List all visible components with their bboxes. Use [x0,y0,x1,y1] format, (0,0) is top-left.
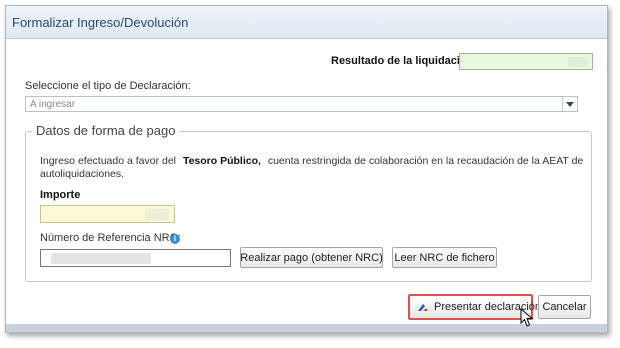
info-icon[interactable]: i [170,234,180,244]
dialog-titlebar: Formalizar Ingreso/Devolución [6,6,607,39]
nrc-field[interactable] [40,249,231,267]
cancelar-button[interactable]: Cancelar [538,295,591,319]
nrc-label: Número de Referencia NRC: [40,232,181,244]
declaracion-label: Seleccione el tipo de Declaración: [25,80,191,92]
nrc-value-redacted [51,253,151,264]
resultado-value-redacted [568,57,588,67]
leer-nrc-button[interactable]: Leer NRC de fichero [392,247,497,268]
declaration-icon [417,302,429,313]
pago-legend: Datos de forma de pago [32,123,180,138]
pago-info-line2: autoliquidaciones. [40,168,125,180]
importe-label: Importe [40,189,81,201]
chevron-down-icon[interactable] [562,97,577,111]
resultado-label: Resultado de la liquidación [331,55,474,67]
pago-info-suffix: cuenta restringida de colaboración en la… [267,155,584,167]
realizar-pago-button[interactable]: Realizar pago (obtener NRC) [240,247,383,268]
dialog-bottom-bar [6,324,607,332]
pago-info-bold: Tesoro Público, [182,155,261,167]
mouse-pointer-icon [520,307,534,328]
dialog-title: Formalizar Ingreso/Devolución [12,15,189,30]
declaracion-select[interactable]: A ingresar [25,96,578,112]
importe-value-redacted [145,209,169,220]
pago-info-prefix: Ingreso efectuado a favor del [40,155,177,167]
resultado-field [459,53,593,70]
pago-info-line1: Ingreso efectuado a favor del Tesoro Púb… [40,155,583,167]
importe-field[interactable] [40,205,175,223]
presentar-declaracion-button[interactable]: Presentar declaración [408,294,541,320]
dialog: Formalizar Ingreso/Devolución Resultado … [5,5,608,333]
declaracion-selected: A ingresar [30,99,76,110]
